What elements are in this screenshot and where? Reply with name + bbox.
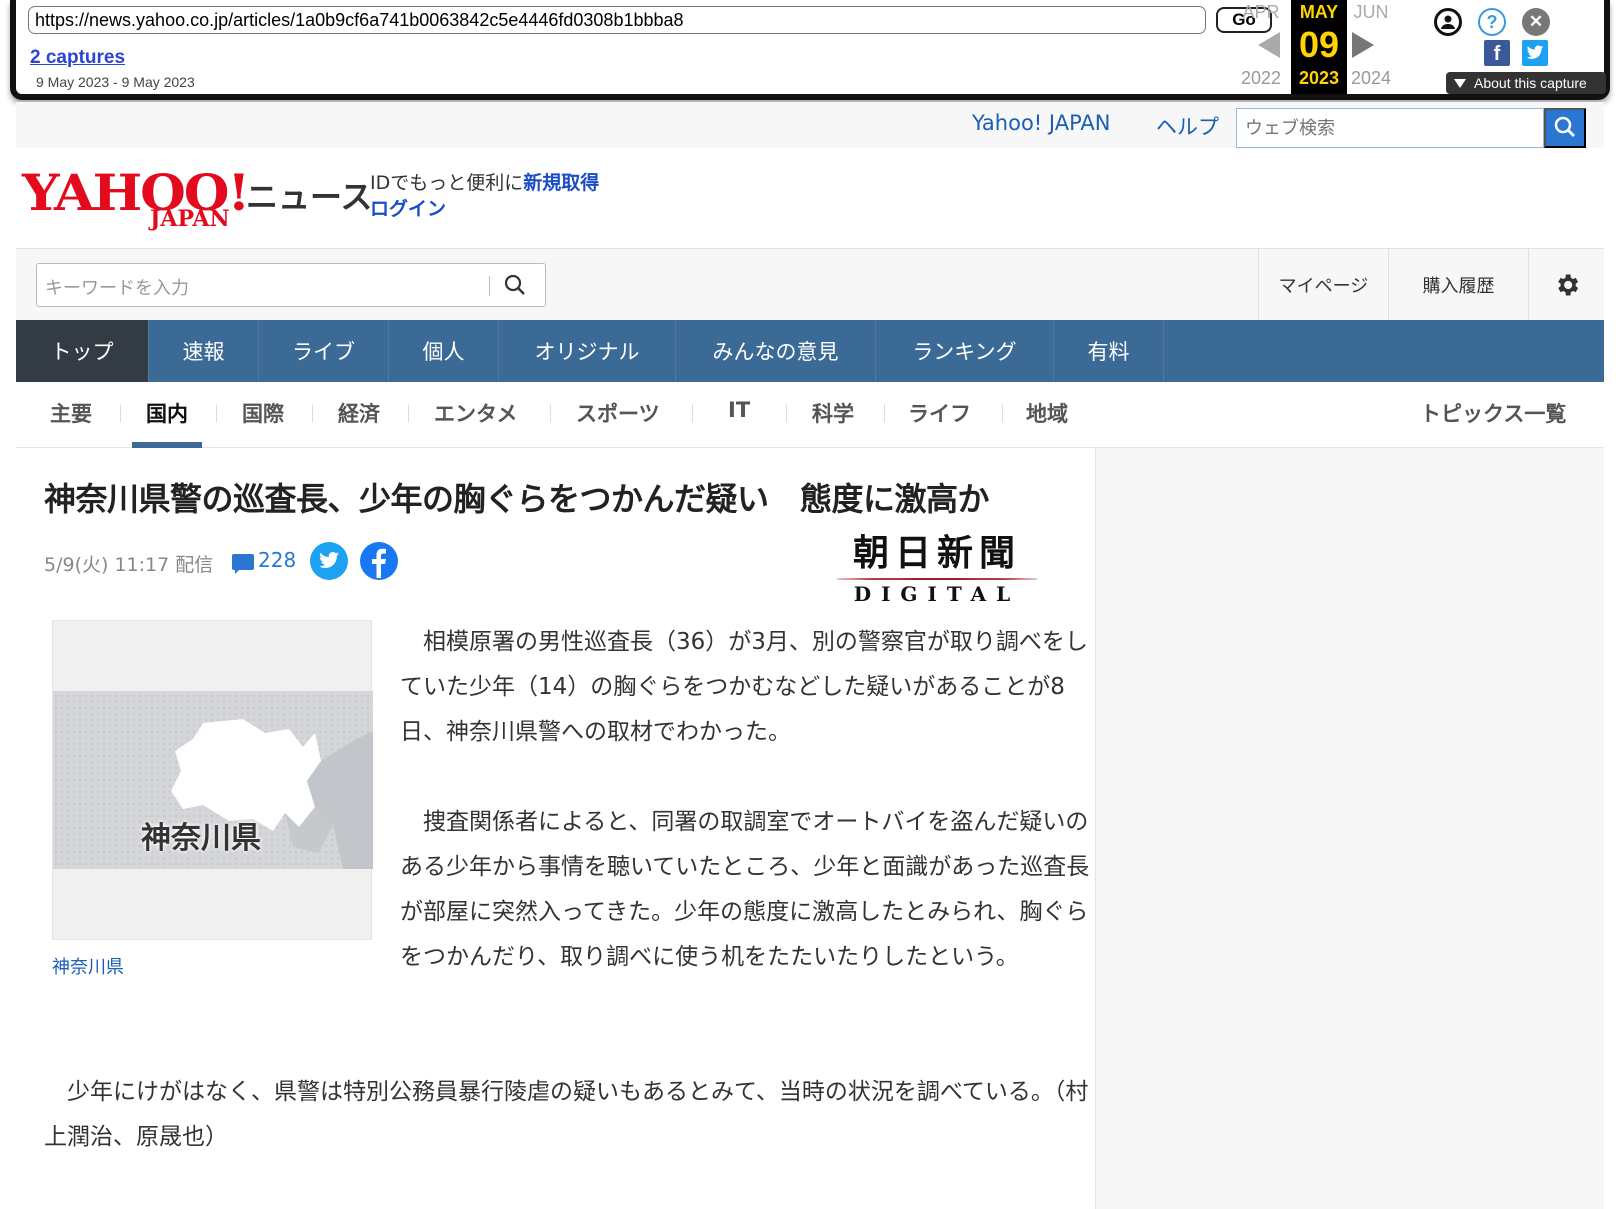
wayback-next-month[interactable]: JUN 2024 [1346, 0, 1396, 88]
help-link[interactable]: ヘルプ [1156, 111, 1219, 141]
yahoo-japan-link[interactable]: Yahoo! JAPAN [972, 111, 1111, 135]
cat-divider [884, 404, 885, 422]
cat-international[interactable]: 国際 [242, 398, 284, 428]
nav-paid[interactable]: 有料 [1054, 320, 1164, 382]
logo-japan-text: JAPAN [150, 206, 230, 232]
twitter-icon[interactable] [1522, 40, 1548, 66]
cat-domestic[interactable]: 国内 [146, 398, 188, 428]
cat-divider [216, 404, 217, 422]
nav-original[interactable]: オリジナル [499, 320, 676, 382]
wayback-date-range: 9 May 2023 - 9 May 2023 [36, 74, 195, 90]
current-day-label: 09 [1298, 24, 1340, 65]
asahi-digital-logo[interactable]: 朝日新聞 DIGITAL [832, 524, 1042, 606]
wayback-prev-month[interactable]: APR 2022 [1236, 0, 1286, 88]
article-image[interactable]: 神奈川県 [52, 620, 373, 940]
image-caption[interactable]: 神奈川県 [52, 953, 124, 979]
cat-main[interactable]: 主要 [50, 398, 92, 428]
current-month-label: MAY [1299, 2, 1339, 22]
article-headline: 神奈川県警の巡査長、少年の胸ぐらをつかんだ疑い 態度に激高か [44, 480, 990, 518]
facebook-icon [372, 548, 386, 578]
wayback-captures-link[interactable]: 2 captures [30, 47, 125, 69]
source-logo-ja: 朝日新聞 [852, 532, 1021, 574]
wayback-url-input[interactable] [28, 6, 1206, 34]
gear-icon [1557, 274, 1578, 296]
web-search-button[interactable] [1544, 108, 1586, 148]
cat-economy[interactable]: 経済 [338, 398, 380, 428]
facebook-icon[interactable]: f [1484, 40, 1510, 66]
wayback-toolbar: Go 2 captures 9 May 2023 - 9 May 2023 AP… [10, 0, 1610, 100]
search-divider [489, 276, 490, 296]
keyword-placeholder: キーワードを入力 [45, 278, 189, 299]
yahoo-top-strip: Yahoo! JAPAN ヘルプ [16, 102, 1604, 148]
yahoo-logo[interactable]: YAHOO! JAPAN [22, 168, 250, 233]
nav-live[interactable]: ライブ [259, 320, 389, 382]
nav-opinions[interactable]: みんなの意見 [676, 320, 876, 382]
article-paragraph-3: 少年にけがはなく、県警は特別公務員暴行陵虐の疑いもあるとみて、当時の状況を調べて… [44, 1079, 1089, 1150]
nav-breaking[interactable]: 速報 [149, 320, 259, 382]
article-date: 5/9(火) 11:17 配信 [44, 554, 214, 576]
topics-list-link[interactable]: トピックス一覧 [1420, 398, 1566, 428]
next-capture-arrow-icon[interactable] [1352, 32, 1374, 58]
cat-divider [120, 404, 121, 422]
nav-personal[interactable]: 個人 [389, 320, 499, 382]
id-prompt: IDでもっと便利に新規取得 [370, 168, 599, 195]
twitter-share-button[interactable] [310, 542, 348, 580]
source-logo-rule [836, 578, 1038, 580]
about-capture-button[interactable]: About this capture [1446, 72, 1606, 94]
search-icon[interactable] [503, 273, 527, 297]
login-link[interactable]: ログイン [370, 194, 446, 221]
id-prompt-text: IDでもっと便利に [370, 172, 524, 194]
close-icon[interactable]: ✕ [1522, 8, 1550, 36]
cat-divider [550, 404, 551, 422]
mypage-link[interactable]: マイページ [1258, 249, 1388, 321]
cat-divider [1002, 404, 1003, 422]
register-link[interactable]: 新規取得 [523, 172, 599, 194]
map-label: 神奈川県 [141, 821, 261, 856]
source-logo-en: DIGITAL [853, 582, 1021, 606]
search-row: キーワードを入力 マイページ 購入履歴 [16, 248, 1604, 321]
cat-sports[interactable]: スポーツ [576, 398, 660, 428]
facebook-share-button[interactable] [360, 542, 398, 580]
nav-ranking[interactable]: ランキング [876, 320, 1054, 382]
web-search-input[interactable] [1236, 108, 1544, 148]
cat-divider [786, 404, 787, 422]
cat-science[interactable]: 科学 [812, 398, 854, 428]
cat-life[interactable]: ライフ [908, 398, 971, 428]
logo-news-text[interactable]: ニュース [246, 172, 372, 218]
comment-count[interactable]: 228 [258, 548, 296, 572]
kanagawa-map-image [53, 691, 373, 869]
search-icon [1554, 116, 1575, 137]
purchase-history-link[interactable]: 購入履歴 [1388, 249, 1528, 321]
article-paragraph-1: 相模原署の男性巡査長（36）が3月、別の警察官が取り調べをしていた少年（14）の… [400, 629, 1088, 745]
wayback-current-date: MAY 09 2023 [1291, 0, 1347, 94]
comment-icon[interactable] [232, 554, 254, 574]
cat-divider [408, 404, 409, 422]
help-icon[interactable]: ? [1478, 8, 1506, 36]
cat-divider [312, 404, 313, 422]
twitter-icon [319, 552, 339, 569]
main-nav: トップ 速報 ライブ 個人 オリジナル みんなの意見 ランキング 有料 [16, 320, 1604, 382]
category-nav: 主要 国内 国際 経済 エンタメ スポーツ IT 科学 ライフ 地域 トピックス… [16, 382, 1604, 448]
keyword-search-input[interactable]: キーワードを入力 [36, 263, 546, 307]
article: 神奈川県警の巡査長、少年の胸ぐらをつかんだ疑い 態度に激高か 5/9(火) 11… [16, 448, 1096, 1209]
cat-entertainment[interactable]: エンタメ [434, 398, 517, 428]
prev-year-label: 2022 [1240, 68, 1282, 88]
next-year-label: 2024 [1350, 68, 1392, 88]
current-year-label: 2023 [1298, 68, 1340, 88]
article-paragraph-2: 捜査関係者によると、同署の取調室でオートバイを盗んだ疑いのある少年から事情を聴い… [400, 809, 1090, 970]
cat-it[interactable]: IT [728, 398, 750, 422]
cat-divider [692, 404, 693, 422]
settings-button[interactable] [1528, 249, 1604, 321]
prev-month-label: APR [1242, 2, 1280, 22]
prev-capture-arrow-icon[interactable] [1258, 32, 1280, 58]
next-month-label: JUN [1353, 2, 1389, 22]
user-icon[interactable] [1434, 8, 1462, 36]
nav-top[interactable]: トップ [16, 320, 149, 382]
cat-region[interactable]: 地域 [1026, 398, 1068, 428]
